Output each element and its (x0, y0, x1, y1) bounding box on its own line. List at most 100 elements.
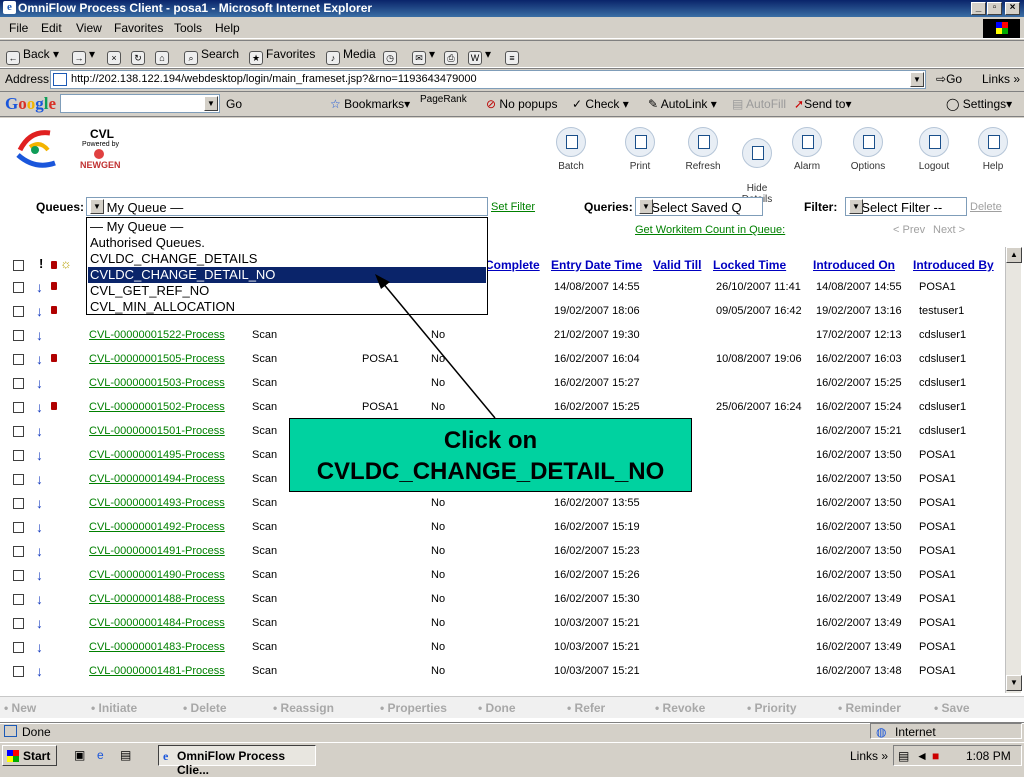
restore-button[interactable]: ▫ (987, 2, 1002, 15)
row-checkbox[interactable] (13, 666, 24, 677)
row-checkbox[interactable] (13, 642, 24, 653)
google-go-button[interactable]: Go (226, 97, 242, 111)
row-checkbox[interactable] (13, 522, 24, 533)
workitem-name-link[interactable]: CVL-00000001501-Process (89, 425, 225, 437)
action-refer[interactable]: • Refer (567, 701, 605, 715)
queue-option-cvldc-change-details[interactable]: CVLDC_CHANGE_DETAILS (88, 251, 486, 267)
action-priority[interactable]: • Priority (747, 701, 797, 715)
batch-button[interactable]: Batch (553, 127, 589, 172)
queue-option-authorised[interactable]: Authorised Queues. (88, 235, 486, 251)
workitem-name-link[interactable]: CVL-00000001481-Process (89, 665, 225, 677)
delete-filter-link[interactable]: Delete (970, 201, 1002, 213)
row-checkbox[interactable] (13, 402, 24, 413)
address-input[interactable]: http://202.138.122.194/webdesktop/login/… (50, 70, 926, 89)
queues-dropdown-button[interactable]: ▼ (90, 199, 104, 214)
start-button[interactable]: Start (2, 745, 57, 766)
hide-details-button[interactable]: Hide Details (737, 127, 777, 205)
table-row[interactable]: ↓ CVL-00000001484-Process Scan No 10/03/2007… (0, 612, 1005, 636)
search-button[interactable]: ⌕ Search (184, 47, 239, 65)
help-button[interactable]: Help (975, 127, 1011, 172)
action-save[interactable]: • Save (934, 701, 970, 715)
minimize-button[interactable]: _ (971, 2, 986, 15)
stop-button[interactable]: × (107, 47, 124, 65)
google-search-dropdown[interactable]: ▼ (204, 96, 218, 111)
media-button[interactable]: ♪ Media (326, 47, 376, 65)
filter-select[interactable]: -- Select Filter -- ▼ (845, 197, 967, 216)
row-checkbox[interactable] (13, 354, 24, 365)
workitem-name-link[interactable]: CVL-00000001483-Process (89, 641, 225, 653)
discuss-button[interactable]: ≡ (505, 47, 522, 65)
row-checkbox[interactable] (13, 378, 24, 389)
menu-file[interactable]: File (9, 21, 28, 35)
go-button[interactable]: ⇨Go (936, 72, 962, 86)
workitem-name-link[interactable]: CVL-00000001493-Process (89, 497, 225, 509)
header-entry-date-time[interactable]: Entry Date Time (551, 258, 642, 272)
mail-button[interactable]: ✉ ▾ (412, 47, 435, 65)
row-checkbox[interactable] (13, 330, 24, 341)
google-search-input[interactable]: ▼ (60, 94, 220, 113)
menu-help[interactable]: Help (215, 21, 240, 35)
table-row[interactable]: ↓ CVL-00000001491-Process Scan No 16/02/2007… (0, 540, 1005, 564)
table-row[interactable]: ↓ CVL-00000001492-Process Scan No 16/02/2007… (0, 516, 1005, 540)
action-reminder[interactable]: • Reminder (838, 701, 901, 715)
next-page-link[interactable]: Next > (933, 224, 965, 236)
workitem-name-link[interactable]: CVL-00000001495-Process (89, 449, 225, 461)
history-button[interactable]: ◷ (383, 47, 400, 65)
table-row[interactable]: ↓ CVL-00000001493-Process Scan No 16/02/2007… (0, 492, 1005, 516)
refresh-button[interactable]: Refresh (683, 127, 723, 172)
menu-tools[interactable]: Tools (174, 21, 202, 35)
select-all-checkbox[interactable] (13, 260, 24, 271)
scroll-down-button[interactable]: ▼ (1006, 675, 1022, 691)
set-filter-link[interactable]: Set Filter (491, 201, 535, 213)
scroll-up-button[interactable]: ▲ (1006, 247, 1022, 263)
queries-dropdown-button[interactable]: ▼ (639, 199, 653, 214)
close-button[interactable]: × (1005, 2, 1020, 15)
ie-quicklaunch-icon[interactable]: e (97, 748, 104, 762)
print-browser-button[interactable]: ⎙ (444, 47, 461, 65)
autofill-button[interactable]: ▤ AutoFill (732, 97, 786, 111)
autolink-button[interactable]: ✎ AutoLink ▾ (648, 97, 717, 111)
action-properties[interactable]: • Properties (380, 701, 447, 715)
sendto-button[interactable]: ➚Send to▾ (794, 97, 851, 111)
row-checkbox[interactable] (13, 450, 24, 461)
row-checkbox[interactable] (13, 282, 24, 293)
workitem-name-link[interactable]: CVL-00000001492-Process (89, 521, 225, 533)
bookmarks-button[interactable]: ☆ Bookmarks▾ (330, 97, 410, 111)
volume-icon[interactable]: ◄ (916, 749, 928, 763)
home-button[interactable]: ⌂ (155, 47, 172, 65)
table-row[interactable]: ↓ CVL-00000001488-Process Scan No 16/02/2007… (0, 588, 1005, 612)
workitem-name-link[interactable]: CVL-00000001491-Process (89, 545, 225, 557)
alarm-button[interactable]: Alarm (789, 127, 825, 172)
table-row[interactable]: ↓ CVL-00000001483-Process Scan No 10/03/2007… (0, 636, 1005, 660)
workitem-name-link[interactable]: CVL-00000001490-Process (89, 569, 225, 581)
action-revoke[interactable]: • Revoke (655, 701, 705, 715)
favorites-button[interactable]: ★ Favorites (249, 47, 315, 65)
queues-select[interactable]: — My Queue — ▼ (86, 197, 488, 216)
refresh-browser-button[interactable]: ↻ (131, 47, 148, 65)
pagerank-button[interactable]: PageRank (420, 94, 467, 105)
table-row[interactable]: ↓ CVL-00000001481-Process Scan No 10/03/2007… (0, 660, 1005, 684)
row-checkbox[interactable] (13, 594, 24, 605)
edit-button[interactable]: W ▾ (468, 47, 491, 65)
action-done[interactable]: • Done (478, 701, 516, 715)
settings-button[interactable]: ◯ Settings▾ (946, 97, 1012, 111)
filter-dropdown-button[interactable]: ▼ (849, 199, 863, 214)
prev-page-link[interactable]: < Prev (893, 224, 925, 236)
worklist-scrollbar[interactable]: ▲ ▼ (1005, 247, 1022, 693)
back-button[interactable]: ← Back ▾ (6, 47, 59, 65)
logout-button[interactable]: Logout (914, 127, 954, 172)
header-locked-time[interactable]: Locked Time (713, 258, 786, 272)
taskbar-links[interactable]: Links » (850, 749, 888, 763)
header-introduced-on[interactable]: Introduced On (813, 258, 895, 272)
address-dropdown-button[interactable]: ▼ (910, 72, 924, 87)
action-delete[interactable]: • Delete (183, 701, 227, 715)
queue-option-my-queue[interactable]: — My Queue — (88, 219, 486, 235)
menu-favorites[interactable]: Favorites (114, 21, 163, 35)
options-button[interactable]: Options (848, 127, 888, 172)
forward-button[interactable]: → ▾ (72, 47, 95, 65)
menu-view[interactable]: View (76, 21, 102, 35)
workitem-name-link[interactable]: CVL-00000001484-Process (89, 617, 225, 629)
links-button[interactable]: Links » (982, 72, 1020, 86)
tray-app-icon[interactable]: ■ (932, 749, 939, 763)
network-icon[interactable]: ▤ (898, 749, 909, 763)
